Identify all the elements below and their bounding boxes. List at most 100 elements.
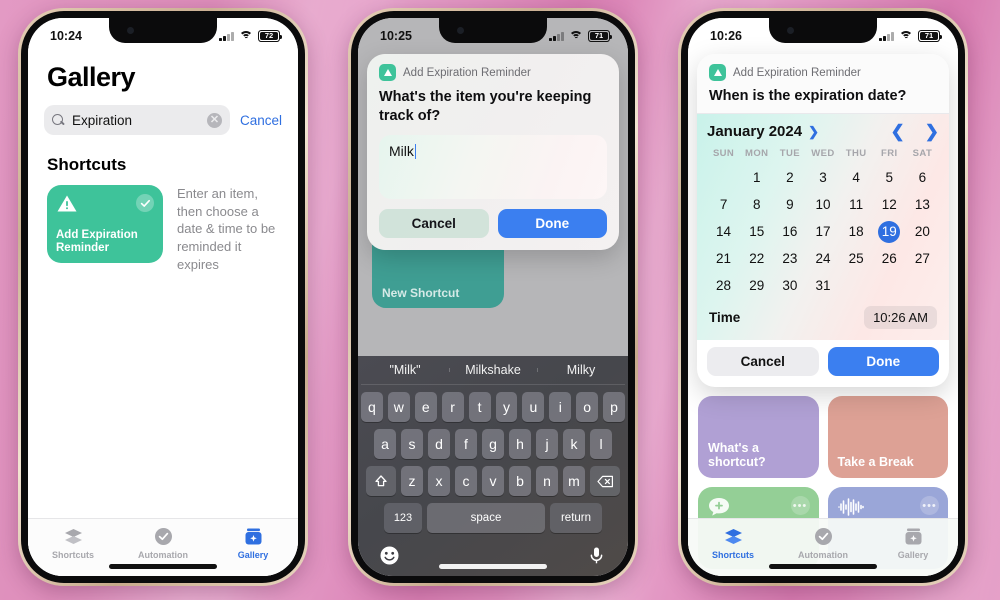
home-indicator[interactable]: [769, 564, 877, 569]
backspace-icon[interactable]: [590, 466, 620, 496]
calendar-day[interactable]: 9: [773, 194, 806, 216]
microphone-icon[interactable]: [586, 545, 607, 566]
tab-gallery[interactable]: Gallery: [213, 526, 293, 560]
clear-search-icon[interactable]: ✕: [206, 112, 222, 128]
phone-text-input-screen: ••• New Shortcut Add Expiration Reminder…: [348, 8, 638, 586]
key-u[interactable]: u: [522, 392, 545, 422]
calendar-day[interactable]: 2: [773, 167, 806, 189]
return-key[interactable]: return: [550, 503, 602, 533]
calendar-day[interactable]: 6: [906, 167, 939, 189]
calendar-day[interactable]: 8: [740, 194, 773, 216]
status-time: 10:24: [50, 29, 82, 43]
chevron-left-icon[interactable]: ❮: [891, 123, 905, 140]
more-options-icon[interactable]: •••: [790, 496, 810, 515]
shortcut-card-add-expiration-reminder[interactable]: Add Expiration Reminder: [47, 185, 163, 263]
key-i[interactable]: i: [549, 392, 572, 422]
tab-automation[interactable]: Automation: [783, 526, 863, 560]
calendar-day[interactable]: 1: [740, 167, 773, 189]
key-t[interactable]: t: [468, 392, 491, 422]
more-options-icon[interactable]: •••: [920, 496, 939, 515]
calendar-day[interactable]: 7: [707, 194, 740, 216]
item-name-input[interactable]: Milk: [379, 134, 607, 199]
calendar-day[interactable]: 10: [806, 194, 839, 216]
day-of-week-label: TUE: [779, 148, 800, 159]
key-c[interactable]: c: [455, 466, 477, 496]
time-value-field[interactable]: 10:26 AM: [864, 306, 937, 329]
emoji-icon[interactable]: [379, 545, 400, 566]
calendar-day[interactable]: 16: [773, 221, 806, 243]
key-w[interactable]: w: [387, 392, 410, 422]
cancel-button[interactable]: Cancel: [707, 347, 819, 376]
calendar-day[interactable]: 17: [806, 221, 839, 243]
shortcut-app-icon: [379, 64, 396, 81]
key-h[interactable]: h: [509, 429, 531, 459]
space-key[interactable]: space: [427, 503, 545, 533]
key-o[interactable]: o: [576, 392, 599, 422]
calendar-day[interactable]: 20: [906, 221, 939, 243]
key-a[interactable]: a: [374, 429, 396, 459]
tab-shortcuts[interactable]: Shortcuts: [33, 526, 113, 560]
search-input[interactable]: Expiration ✕: [44, 105, 230, 135]
key-k[interactable]: k: [563, 429, 585, 459]
key-j[interactable]: j: [536, 429, 558, 459]
calendar-day[interactable]: 5: [873, 167, 906, 189]
key-m[interactable]: m: [563, 466, 585, 496]
suggestion-item[interactable]: Milky: [537, 363, 625, 377]
calendar-day[interactable]: 21: [707, 248, 740, 270]
key-x[interactable]: x: [428, 466, 450, 496]
key-p[interactable]: p: [603, 392, 626, 422]
calendar-day[interactable]: 15: [740, 221, 773, 243]
home-indicator[interactable]: [109, 564, 217, 569]
done-button[interactable]: Done: [827, 347, 939, 376]
key-e[interactable]: e: [414, 392, 437, 422]
calendar-day[interactable]: 13: [906, 194, 939, 216]
calendar-day[interactable]: 28: [707, 275, 740, 297]
calendar-day[interactable]: 22: [740, 248, 773, 270]
calendar-day[interactable]: 29: [740, 275, 773, 297]
cancel-button[interactable]: Cancel: [379, 208, 489, 238]
key-g[interactable]: g: [482, 429, 504, 459]
search-value: Expiration: [72, 112, 133, 128]
calendar-day[interactable]: 30: [773, 275, 806, 297]
tab-shortcuts[interactable]: Shortcuts: [693, 526, 773, 560]
calendar-day[interactable]: 14: [707, 221, 740, 243]
key-s[interactable]: s: [401, 429, 423, 459]
calendar-day[interactable]: 12: [873, 194, 906, 216]
shortcut-card-take-a-break[interactable]: Take a Break: [827, 396, 948, 478]
suggestion-item[interactable]: Milkshake: [449, 363, 537, 377]
calendar-day[interactable]: 26: [873, 248, 906, 270]
month-selector[interactable]: January 2024 ❯: [707, 123, 819, 140]
gallery-icon: [243, 526, 264, 547]
home-indicator[interactable]: [439, 564, 547, 569]
suggestion-item[interactable]: "Milk": [361, 363, 449, 377]
calendar-day[interactable]: 3: [806, 167, 839, 189]
card-label: What's a shortcut?: [708, 440, 766, 470]
calendar-day[interactable]: 11: [840, 194, 873, 216]
key-b[interactable]: b: [509, 466, 531, 496]
key-v[interactable]: v: [482, 466, 504, 496]
tab-automation[interactable]: Automation: [123, 526, 203, 560]
calendar-day[interactable]: 4: [840, 167, 873, 189]
chevron-right-icon[interactable]: ❯: [925, 123, 939, 140]
key-q[interactable]: q: [360, 392, 383, 422]
key-r[interactable]: r: [441, 392, 464, 422]
calendar-day[interactable]: 31: [806, 275, 839, 297]
key-n[interactable]: n: [536, 466, 558, 496]
key-f[interactable]: f: [455, 429, 477, 459]
key-y[interactable]: y: [495, 392, 518, 422]
tab-gallery[interactable]: Gallery: [873, 526, 953, 560]
calendar-day[interactable]: 27: [906, 248, 939, 270]
key-z[interactable]: z: [401, 466, 423, 496]
key-l[interactable]: l: [590, 429, 612, 459]
calendar-day[interactable]: 24: [806, 248, 839, 270]
shift-icon[interactable]: [366, 466, 396, 496]
calendar-day-selected[interactable]: 19: [873, 221, 906, 243]
calendar-day[interactable]: 23: [773, 248, 806, 270]
search-cancel-button[interactable]: Cancel: [240, 113, 282, 128]
calendar-day[interactable]: 18: [840, 221, 873, 243]
shortcut-card-whats-a-shortcut[interactable]: What's a shortcut?: [698, 396, 819, 478]
done-button[interactable]: Done: [497, 208, 607, 238]
calendar-day[interactable]: 25: [840, 248, 873, 270]
numbers-key[interactable]: 123: [384, 503, 422, 533]
key-d[interactable]: d: [428, 429, 450, 459]
